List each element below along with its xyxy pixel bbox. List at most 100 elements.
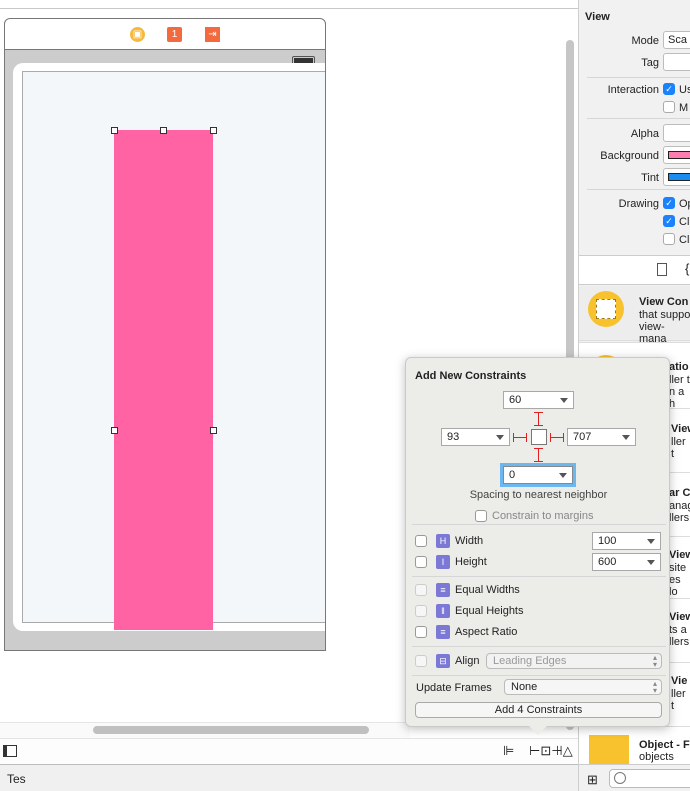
- resolve-auto-layout-icon[interactable]: ⊦△: [556, 743, 573, 759]
- equal-widths-icon: ≡: [436, 583, 450, 597]
- opaque-checkbox[interactable]: ✓: [663, 197, 675, 209]
- dropdown-arrow-icon[interactable]: [647, 539, 655, 544]
- popover-arrow: [527, 724, 549, 735]
- constrain-margins-label: Constrain to margins: [492, 510, 594, 522]
- library-filter-input[interactable]: [609, 769, 690, 788]
- drawing-label: Drawing: [618, 198, 659, 210]
- alpha-field[interactable]: [663, 124, 690, 142]
- mode-label: Mode: [631, 35, 659, 47]
- library-item[interactable]: View Con that suppo view-mana: [579, 286, 690, 345]
- library-item-desc: that suppo: [639, 309, 690, 321]
- library-item-title: atio: [669, 361, 689, 373]
- right-spacing-field[interactable]: 707: [567, 428, 636, 446]
- mode-select[interactable]: Sca: [663, 31, 690, 49]
- constraint-center-box: [531, 429, 547, 445]
- dropdown-arrow-icon[interactable]: [559, 473, 567, 478]
- align-select[interactable]: Leading Edges ▴ ▾: [486, 653, 662, 669]
- background-color-well[interactable]: [663, 146, 690, 164]
- code-snippet-icon[interactable]: {: [685, 261, 689, 276]
- tag-field[interactable]: [663, 53, 690, 71]
- stepper-arrows-icon: ▴ ▾: [652, 679, 657, 695]
- update-frames-value: None: [511, 681, 538, 693]
- resize-handle[interactable]: [111, 127, 118, 134]
- aspect-ratio-checkbox[interactable]: [415, 626, 427, 638]
- top-spacing-field[interactable]: 60: [503, 391, 574, 409]
- library-item-desc: llers: [669, 636, 690, 648]
- clears-graphics-checkbox[interactable]: ✓: [663, 215, 675, 227]
- library-item-title: ar C: [669, 487, 690, 499]
- horizontal-scrollbar[interactable]: [93, 726, 369, 734]
- resize-handle[interactable]: [111, 427, 118, 434]
- equal-heights-icon: ‖: [436, 604, 450, 618]
- scene-dock: ▣ 1 ⇥: [5, 19, 325, 50]
- first-responder-icon[interactable]: 1: [167, 27, 182, 42]
- library-item-desc: ller t: [671, 436, 686, 460]
- resize-handle[interactable]: [160, 127, 167, 134]
- section-title: View: [585, 11, 610, 23]
- object-cube-icon: [589, 735, 629, 765]
- add-constraints-button[interactable]: Add 4 Constraints: [415, 702, 662, 718]
- width-checkbox[interactable]: [415, 535, 427, 547]
- dropdown-arrow-icon[interactable]: [560, 398, 568, 403]
- align-label: Align: [455, 655, 480, 667]
- width-constraint-icon: H: [436, 534, 450, 548]
- library-item-title: Vie: [671, 675, 688, 687]
- popover-title: Add New Constraints: [415, 370, 527, 382]
- add-constraints-popover: Add New Constraints 60 93 707 0 Spacing …: [405, 357, 670, 727]
- height-value: 600: [598, 556, 617, 568]
- dropdown-arrow-icon[interactable]: [622, 435, 630, 440]
- align-icon[interactable]: ⊫: [503, 743, 514, 759]
- library-item-desc: ts a: [669, 624, 687, 636]
- checkbox-label: Cl: [679, 216, 690, 228]
- user-interaction-checkbox[interactable]: ✓: [663, 83, 675, 95]
- divider: [587, 77, 690, 78]
- selected-pink-view[interactable]: [114, 130, 213, 630]
- divider: [412, 675, 666, 676]
- dropdown-arrow-icon[interactable]: [496, 435, 504, 440]
- bottom-value: 0: [509, 469, 516, 481]
- left-spacing-field[interactable]: 93: [441, 428, 510, 446]
- divider: [412, 524, 666, 525]
- width-field[interactable]: 100: [592, 532, 661, 550]
- grid-view-icon[interactable]: ⊞: [587, 772, 598, 788]
- multiple-touch-checkbox[interactable]: [663, 101, 675, 113]
- file-template-icon[interactable]: [657, 263, 667, 276]
- exit-icon[interactable]: ⇥: [205, 27, 220, 42]
- equal-heights-label: Equal Heights: [455, 605, 524, 617]
- align-value: Leading Edges: [493, 655, 567, 667]
- resize-handle[interactable]: [210, 427, 217, 434]
- debug-area-bar: Tes: [0, 764, 578, 791]
- dropdown-arrow-icon[interactable]: [647, 560, 655, 565]
- library-filter-bar: ⊞: [579, 764, 690, 791]
- equal-heights-checkbox[interactable]: [415, 605, 427, 617]
- update-frames-select[interactable]: None ▴ ▾: [504, 679, 662, 695]
- tint-color-well[interactable]: [663, 168, 690, 186]
- width-label: Width: [455, 535, 484, 547]
- resize-handle[interactable]: [210, 127, 217, 134]
- stepper-arrows-icon: ▴ ▾: [652, 653, 657, 669]
- height-field[interactable]: 600: [592, 553, 661, 571]
- tag-label: Tag: [641, 57, 659, 69]
- interaction-label: Interaction: [607, 84, 659, 96]
- equal-widths-checkbox[interactable]: [415, 584, 427, 596]
- view-controller-icon[interactable]: ▣: [130, 27, 145, 42]
- checkbox-label: Cl: [679, 234, 690, 246]
- top-value: 60: [509, 394, 522, 406]
- library-item-object[interactable]: Object - F objects and: [579, 726, 690, 775]
- equal-widths-label: Equal Widths: [455, 584, 520, 596]
- align-checkbox[interactable]: [415, 655, 427, 667]
- bottom-spacing-field[interactable]: 0: [503, 466, 573, 484]
- clip-subviews-checkbox[interactable]: [663, 233, 675, 245]
- document-outline-toggle-icon[interactable]: [3, 745, 17, 757]
- library-item-title: View Con: [639, 296, 689, 308]
- width-value: 100: [598, 535, 617, 547]
- constrain-margins-checkbox[interactable]: [475, 510, 487, 522]
- toolbar-divider: [0, 8, 578, 9]
- checkbox-label: Us: [679, 84, 690, 96]
- library-item-desc: ller t: [669, 374, 690, 386]
- library-item-desc: ller t: [671, 688, 686, 712]
- library-tabbar: {: [579, 255, 690, 285]
- alpha-label: Alpha: [630, 128, 659, 140]
- divider: [587, 189, 690, 190]
- height-checkbox[interactable]: [415, 556, 427, 568]
